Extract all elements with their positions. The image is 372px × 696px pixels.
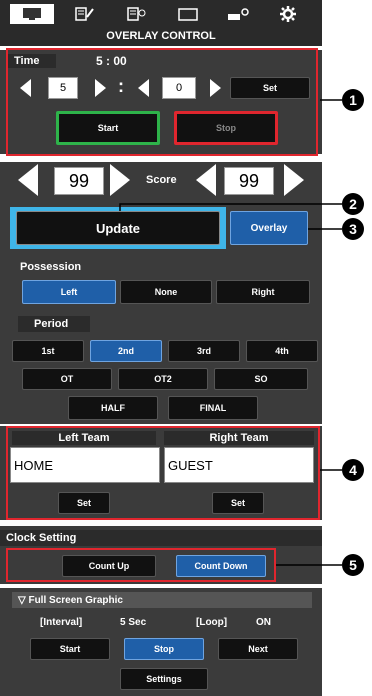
callout-line-2 — [119, 203, 342, 211]
callout-5: 5 — [342, 554, 364, 576]
callout-lines — [119, 99, 342, 566]
callout-1: 1 — [342, 89, 364, 111]
callout-3: 3 — [342, 218, 364, 240]
callout-4: 4 — [342, 459, 364, 481]
callout-2: 2 — [342, 193, 364, 215]
